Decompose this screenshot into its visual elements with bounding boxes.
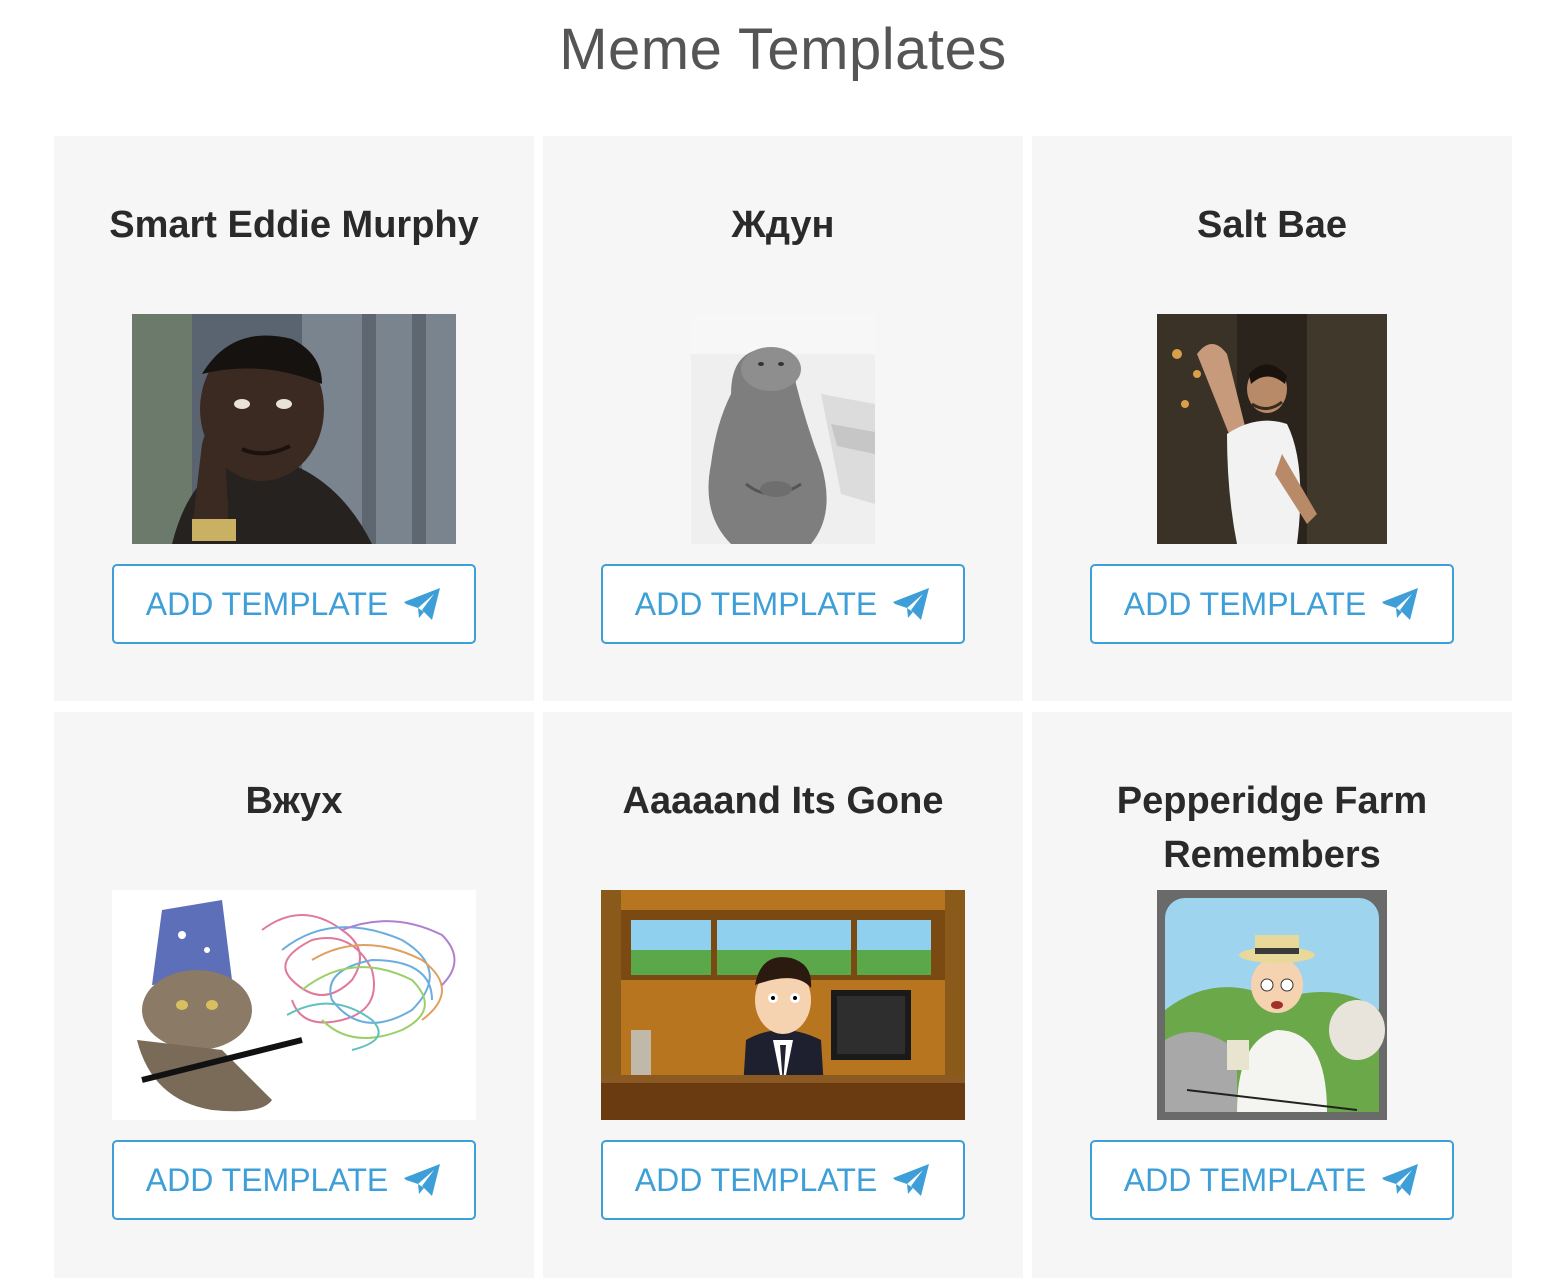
template-card-pepperidge-farm-remembers: Pepperidge Farm Remembers ADD TEMPLATE (1032, 712, 1512, 1278)
template-image (691, 314, 875, 544)
add-template-button[interactable]: ADD TEMPLATE (112, 1140, 476, 1220)
add-template-label: ADD TEMPLATE (145, 585, 389, 622)
add-template-label: ADD TEMPLATE (145, 1161, 389, 1198)
template-card-salt-bae: Salt Bae ADD TEMPLATE (1032, 136, 1512, 701)
template-card-smart-eddie-murphy: Smart Eddie Murphy ADD TEMPLATE (54, 136, 534, 701)
add-template-label: ADD TEMPLATE (634, 585, 878, 622)
add-template-label: ADD TEMPLATE (634, 1161, 878, 1198)
template-grid: Smart Eddie Murphy ADD TEMPLATE Ждун ADD… (54, 136, 1512, 1278)
add-template-label: ADD TEMPLATE (1123, 585, 1367, 622)
template-title: Pepperidge Farm Remembers (1116, 780, 1428, 876)
paper-plane-icon (1380, 586, 1420, 622)
template-card-aaaaand-its-gone: Aaaaand Its Gone ADD TEMPLATE (543, 712, 1023, 1278)
template-title: Ждун (731, 204, 835, 246)
add-template-label: ADD TEMPLATE (1123, 1161, 1367, 1198)
paper-plane-icon (891, 1162, 931, 1198)
add-template-button[interactable]: ADD TEMPLATE (601, 564, 965, 644)
template-title: Aaaaand Its Gone (622, 780, 944, 822)
page-title: Meme Templates (559, 17, 1007, 82)
template-card-zhdun: Ждун ADD TEMPLATE (543, 136, 1023, 701)
template-title: Salt Bae (1197, 204, 1347, 246)
add-template-button[interactable]: ADD TEMPLATE (112, 564, 476, 644)
template-image (601, 890, 965, 1120)
template-title: Вжух (245, 780, 343, 822)
template-card-vzhukh: Вжух ADD TEMPLATE (54, 712, 534, 1278)
paper-plane-icon (891, 586, 931, 622)
add-template-button[interactable]: ADD TEMPLATE (1090, 564, 1454, 644)
paper-plane-icon (402, 1162, 442, 1198)
paper-plane-icon (1380, 1162, 1420, 1198)
template-title: Smart Eddie Murphy (109, 204, 479, 246)
add-template-button[interactable]: ADD TEMPLATE (601, 1140, 965, 1220)
template-image (1157, 890, 1387, 1120)
template-image (112, 890, 476, 1120)
paper-plane-icon (402, 586, 442, 622)
template-image (1157, 314, 1387, 544)
template-image (132, 314, 456, 544)
add-template-button[interactable]: ADD TEMPLATE (1090, 1140, 1454, 1220)
